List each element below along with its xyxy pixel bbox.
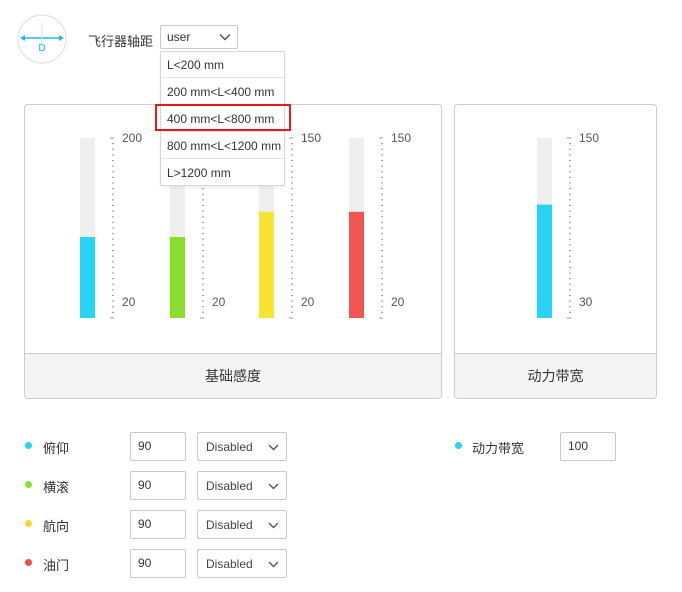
roll-input[interactable]: 90	[130, 471, 186, 500]
gain-panel-title: 基础感度	[25, 353, 441, 398]
yaw-max-label: 150	[301, 131, 321, 145]
chevron-down-icon	[268, 483, 279, 490]
chevron-down-icon	[219, 33, 231, 41]
yaw-input[interactable]: 90	[130, 510, 186, 539]
throttle-dot	[25, 559, 32, 566]
roll-mode-value: Disabled	[206, 479, 253, 493]
wheelbase-icon: D	[17, 14, 67, 64]
dropdown-option[interactable]: 200 mm<L<400 mm	[161, 79, 284, 105]
bandwidth-min-label: 30	[579, 295, 593, 309]
chevron-down-icon	[268, 561, 279, 568]
pitch-input[interactable]: 90	[130, 432, 186, 461]
yaw-mode-select[interactable]: Disabled	[197, 510, 287, 539]
wheelbase-select[interactable]: user	[160, 25, 238, 49]
pitch-min-label: 20	[122, 295, 136, 309]
roll-dot	[25, 481, 32, 488]
throttle-gauge-fill	[349, 211, 364, 318]
pitch-gauge-fill	[80, 237, 95, 318]
yaw-dot	[25, 520, 32, 527]
yaw-label: 航向	[43, 519, 70, 534]
bandwidth-label: 动力带宽	[472, 441, 525, 456]
yaw-gauge-fill	[259, 211, 274, 318]
pitch-mode-select[interactable]: Disabled	[197, 432, 287, 461]
pitch-label: 俯仰	[43, 441, 70, 456]
logo-letter: D	[38, 43, 45, 54]
throttle-max-label: 150	[391, 131, 411, 145]
yaw-min-label: 20	[301, 295, 315, 309]
highlight-box	[155, 104, 291, 131]
bandwidth-gauge: 150 30	[537, 131, 599, 319]
roll-min-label: 20	[212, 295, 226, 309]
bandwidth-input[interactable]: 100	[560, 432, 616, 461]
wheelbase-select-value: user	[167, 30, 191, 44]
bandwidth-max-label: 150	[579, 131, 599, 145]
pitch-max-label: 200	[122, 131, 142, 145]
bandwidth-panel-title: 动力带宽	[455, 353, 656, 398]
wheelbase-label: 飞行器轴距	[88, 34, 154, 49]
pitch-mode-value: Disabled	[206, 440, 253, 454]
roll-gauge-fill	[170, 237, 185, 318]
throttle-input[interactable]: 90	[130, 549, 186, 578]
throttle-mode-value: Disabled	[206, 557, 253, 571]
throttle-label: 油门	[43, 558, 70, 573]
throttle-mode-select[interactable]: Disabled	[197, 549, 287, 578]
chevron-down-icon	[268, 522, 279, 529]
chevron-down-icon	[268, 444, 279, 451]
dropdown-option[interactable]: L>1200 mm	[161, 160, 284, 186]
throttle-min-label: 20	[391, 295, 405, 309]
bandwidth-dot	[455, 442, 462, 449]
bandwidth-gauge-fill	[537, 204, 552, 318]
dropdown-option[interactable]: L<200 mm	[161, 52, 284, 78]
yaw-mode-value: Disabled	[206, 518, 253, 532]
bandwidth-panel: 150 30 动力带宽	[454, 104, 657, 399]
roll-label: 横滚	[43, 480, 70, 495]
dropdown-option[interactable]: 800 mm<L<1200 mm	[161, 133, 284, 159]
roll-mode-select[interactable]: Disabled	[197, 471, 287, 500]
pitch-dot	[25, 442, 32, 449]
